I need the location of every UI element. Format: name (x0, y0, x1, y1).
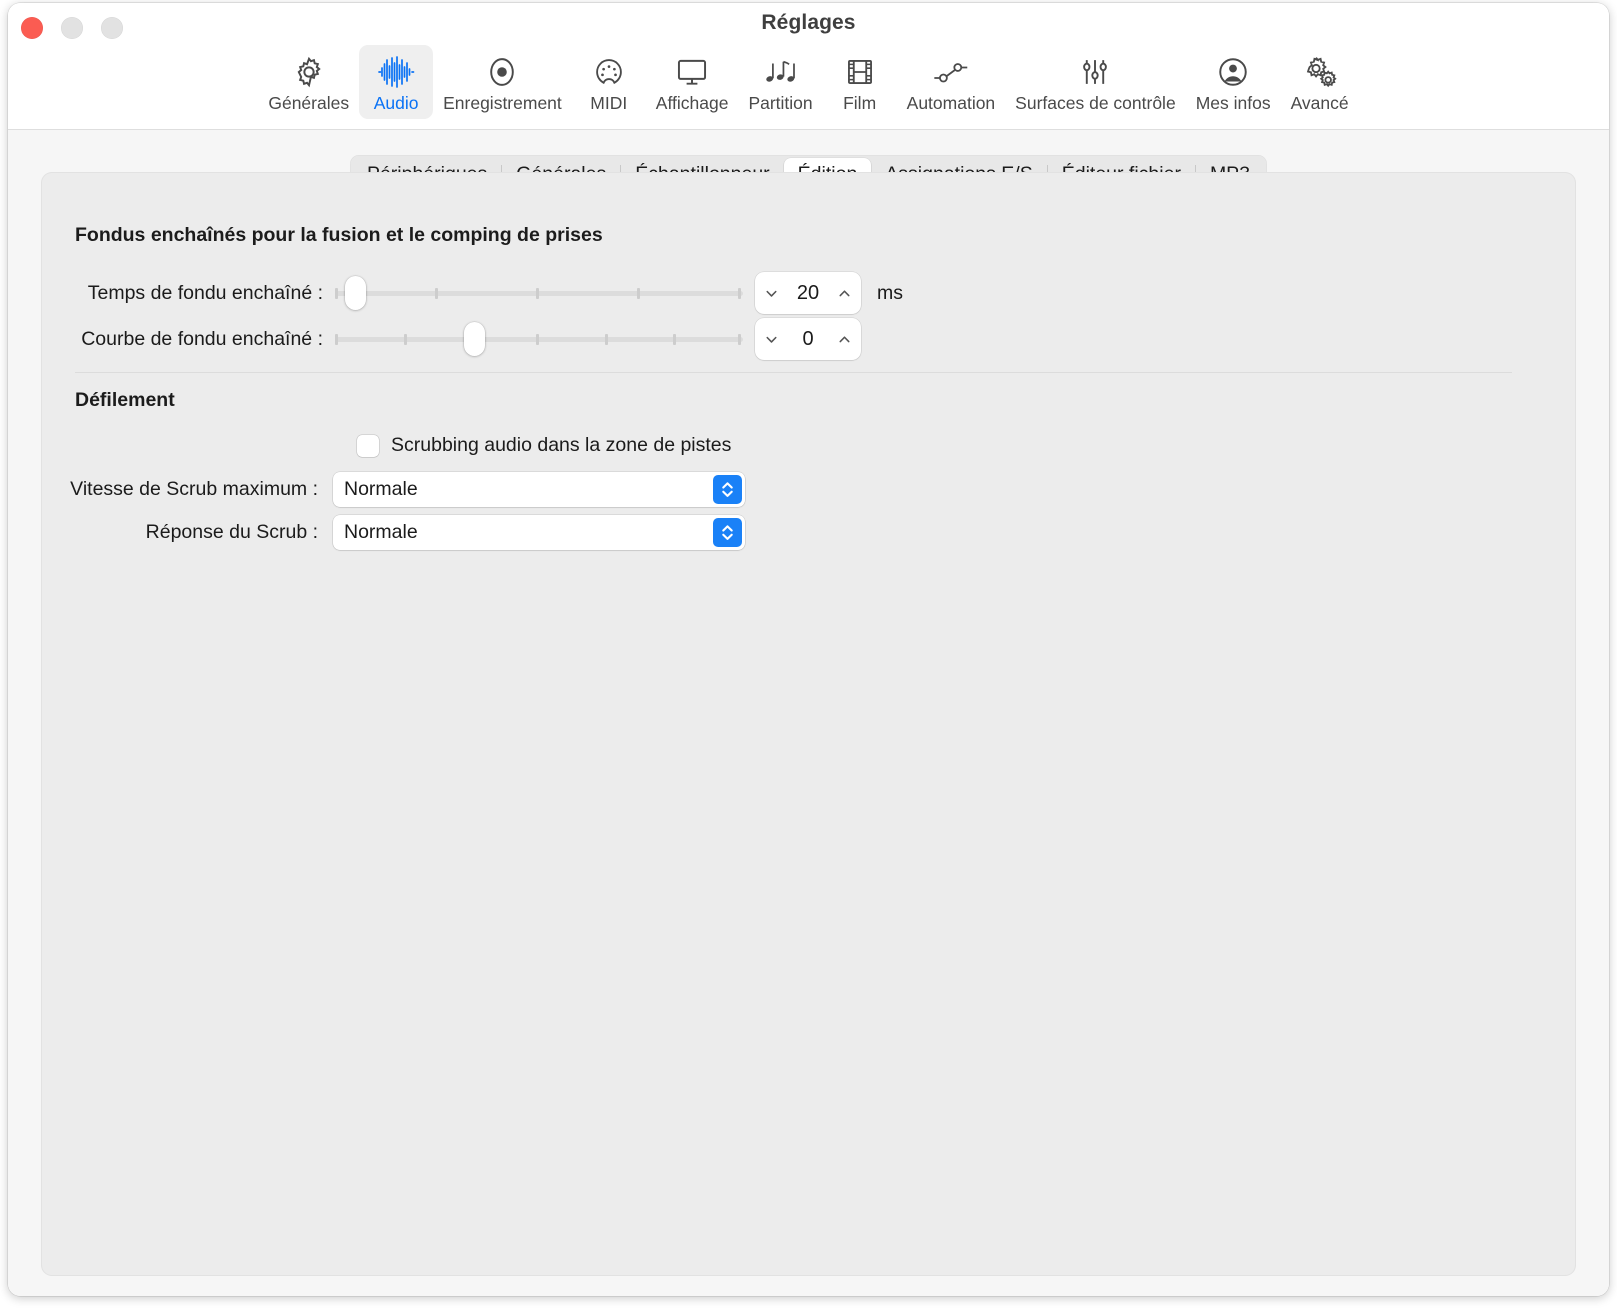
crossfade-curve-slider[interactable] (335, 326, 743, 352)
toolbar-item-label: Mes infos (1196, 93, 1271, 114)
slider-tick (738, 334, 741, 345)
slider-tick (335, 288, 338, 299)
settings-panel: Fondus enchaînés pour la fusion et le co… (41, 172, 1576, 1276)
chevron-up-icon[interactable] (837, 332, 852, 347)
scrubbing-audio-checkbox[interactable] (357, 435, 379, 457)
crossfade-time-row: Temps de fondu enchaîné : (41, 272, 921, 314)
slider-tick (536, 288, 539, 299)
toolbar-item-film[interactable]: Film (823, 45, 897, 119)
max-scrub-speed-label: Vitesse de Scrub maximum : (41, 478, 318, 501)
person-circle-icon (1215, 52, 1251, 92)
toolbar-item-midi[interactable]: MIDI (572, 45, 646, 119)
film-strip-icon (843, 52, 877, 92)
slider-track (335, 291, 743, 296)
toolbar-item-label: Partition (748, 93, 812, 114)
toolbar-item-label: Surfaces de contrôle (1015, 93, 1176, 114)
slider-tick (536, 334, 539, 345)
toolbar-item-label: Automation (907, 93, 996, 114)
toolbar-item-label: MIDI (590, 93, 627, 114)
crossfade-curve-stepper[interactable]: 0 (755, 318, 861, 360)
chevron-down-icon[interactable] (764, 332, 779, 347)
toolbar-item-affichage[interactable]: Affichage (646, 45, 739, 119)
slider-tick (673, 334, 676, 345)
music-notes-icon (763, 52, 799, 92)
slider-thumb[interactable] (345, 276, 366, 310)
toolbar-item-audio[interactable]: Audio (359, 45, 433, 119)
chevron-up-down-icon[interactable] (713, 475, 742, 504)
crossfade-time-stepper[interactable]: 20 (755, 272, 861, 314)
slider-thumb[interactable] (464, 322, 485, 356)
slider-tick (738, 288, 741, 299)
automation-nodes-icon (931, 52, 971, 92)
chevron-up-down-icon[interactable] (713, 518, 742, 547)
crossfade-time-unit: ms (877, 282, 903, 305)
crossfade-time-value: 20 (779, 282, 837, 305)
crossfade-time-slider[interactable] (335, 280, 743, 306)
slider-tick (335, 334, 338, 345)
gear-icon (291, 52, 327, 92)
scrub-response-label: Réponse du Scrub : (41, 521, 318, 544)
toolbar-item-label: Affichage (656, 93, 729, 114)
crossfade-section-title: Fondus enchaînés pour la fusion et le co… (75, 224, 603, 247)
chevron-down-icon[interactable] (764, 286, 779, 301)
scrub-response-popup[interactable]: Normale (333, 515, 745, 550)
scrub-checkbox-row[interactable]: Scrubbing audio dans la zone de pistes (41, 434, 731, 457)
toolbar-item-enregistrement[interactable]: Enregistrement (433, 45, 572, 119)
settings-window: Réglages Générales (8, 3, 1609, 1296)
record-circle-icon (484, 52, 520, 92)
max-scrub-speed-row: Vitesse de Scrub maximum : Normale (41, 472, 745, 507)
midi-connector-icon (592, 52, 626, 92)
toolbar-item-automation[interactable]: Automation (897, 45, 1006, 119)
crossfade-curve-row: Courbe de fondu enchaîné : (41, 318, 921, 360)
window-titlebar: Réglages Générales (8, 3, 1609, 130)
max-scrub-speed-value: Normale (344, 478, 418, 501)
toolbar-item-label: Film (843, 93, 876, 114)
slider-tick (637, 288, 640, 299)
waveform-icon (376, 52, 416, 92)
scrolling-section-title: Défilement (75, 389, 175, 412)
crossfade-time-label: Temps de fondu enchaîné : (41, 282, 323, 305)
toolbar-item-mes-infos[interactable]: Mes infos (1186, 45, 1281, 119)
faders-icon (1078, 52, 1112, 92)
display-monitor-icon (674, 52, 710, 92)
settings-content: Périphériques Générales Échantillonneur … (8, 130, 1609, 1296)
toolbar-item-label: Avancé (1291, 93, 1349, 114)
slider-tick (605, 334, 608, 345)
chevron-up-icon[interactable] (837, 286, 852, 301)
toolbar-item-partition[interactable]: Partition (738, 45, 822, 119)
slider-track (335, 337, 743, 342)
crossfade-curve-value: 0 (779, 328, 837, 351)
toolbar-item-avance[interactable]: Avancé (1281, 45, 1359, 119)
crossfade-curve-label: Courbe de fondu enchaîné : (41, 328, 323, 351)
toolbar-item-generales[interactable]: Générales (258, 45, 359, 119)
scrubbing-audio-label: Scrubbing audio dans la zone de pistes (391, 434, 731, 457)
scrub-response-value: Normale (344, 521, 418, 544)
slider-tick (435, 288, 438, 299)
slider-tick (404, 334, 407, 345)
scrub-response-row: Réponse du Scrub : Normale (41, 515, 745, 550)
toolbar-item-label: Générales (268, 93, 349, 114)
toolbar-item-label: Enregistrement (443, 93, 562, 114)
settings-toolbar: Générales Audio (8, 45, 1609, 119)
max-scrub-speed-popup[interactable]: Normale (333, 472, 745, 507)
gears-icon (1301, 52, 1339, 92)
toolbar-item-surfaces-de-controle[interactable]: Surfaces de contrôle (1005, 45, 1186, 119)
section-divider (75, 372, 1512, 373)
window-title: Réglages (8, 11, 1609, 35)
toolbar-item-label: Audio (374, 93, 419, 114)
